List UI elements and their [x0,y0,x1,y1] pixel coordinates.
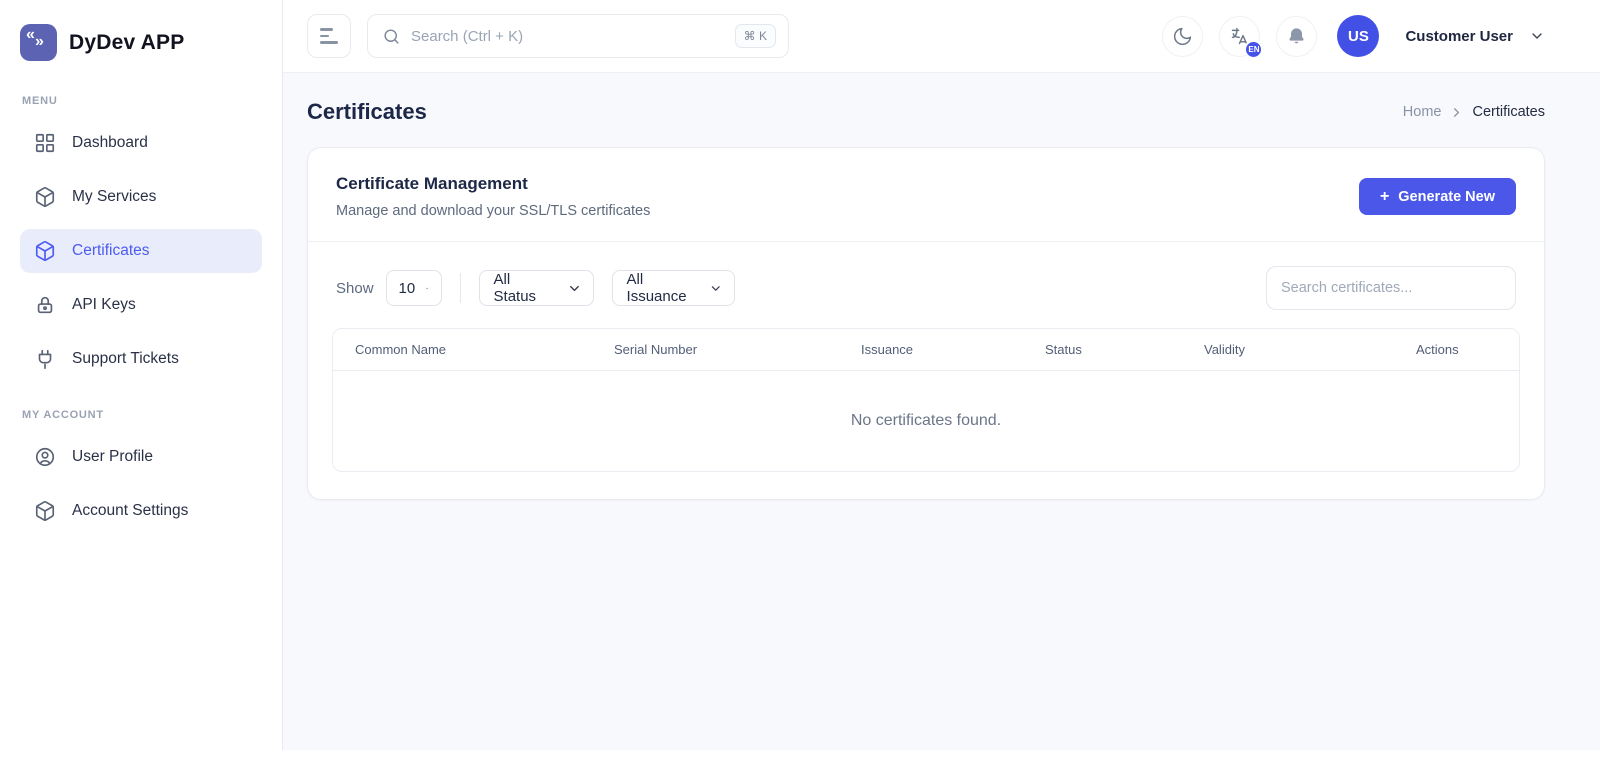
page-size-value: 10 [399,280,416,297]
page-size-select[interactable]: 10 [386,270,442,306]
app-logo[interactable]: « » DyDev APP [20,24,262,61]
breadcrumb: Home Certificates [1403,104,1545,120]
breadcrumb-home-link[interactable]: Home [1403,104,1442,120]
column-header-serial-number: Serial Number [614,342,861,357]
dark-mode-button[interactable] [1162,16,1203,57]
sidebar-item-my-services[interactable]: My Services [20,175,262,219]
user-circle-icon [34,446,56,468]
table-header-row: Common Name Serial Number Issuance Statu… [333,329,1519,371]
cube-icon [34,240,56,262]
search-shortcut-badge: ⌘ K [735,24,776,48]
column-header-actions: Actions [1416,342,1519,357]
column-header-validity: Validity [1204,342,1416,357]
notifications-button[interactable] [1276,16,1317,57]
table-filters: Show 10 All Status All Issuance [308,242,1544,328]
show-label: Show [336,280,374,297]
plug-icon [34,348,56,370]
app-title: DyDev APP [69,31,184,55]
sidebar-item-certificates[interactable]: Certificates [20,229,262,273]
filter-divider [460,273,461,303]
app-root: « » DyDev APP MENU Dashboard My Services [0,0,1600,765]
sidebar-item-label: Support Tickets [72,350,179,368]
search-icon [382,27,401,46]
status-filter-value: All Status [494,271,557,305]
empty-message: No certificates found. [851,412,1001,430]
sidebar-item-label: Dashboard [72,134,148,152]
generate-new-label: Generate New [1398,189,1495,205]
global-search: ⌘ K [367,14,789,58]
chevron-down-icon [709,281,722,296]
column-header-issuance: Issuance [861,342,1045,357]
search-input[interactable] [401,28,735,45]
issuance-filter-select[interactable]: All Issuance [612,270,735,306]
sidebar-item-api-keys[interactable]: API Keys [20,283,262,327]
sidebar-item-user-profile[interactable]: User Profile [20,435,262,479]
sidebar-item-support-tickets[interactable]: Support Tickets [20,337,262,381]
certificate-search-input[interactable] [1266,266,1516,310]
table-empty-state: No certificates found. [333,371,1519,471]
card-title: Certificate Management [336,174,650,194]
menu-icon [320,28,338,43]
column-header-common-name: Common Name [333,342,614,357]
certificate-management-card: Certificate Management Manage and downlo… [307,147,1545,500]
user-menu-chevron-icon[interactable] [1529,28,1545,44]
bell-icon [1286,26,1307,47]
chevron-down-icon [567,281,582,296]
cube-icon [34,186,56,208]
user-name: Customer User [1405,28,1513,45]
sidebar-item-label: API Keys [72,296,136,314]
status-filter-select[interactable]: All Status [479,270,594,306]
content-area: Certificates Home Certificates Certifica… [283,73,1600,750]
sidebar-section-my-account: MY ACCOUNT [22,409,262,421]
breadcrumb-current: Certificates [1472,104,1545,120]
sidebar-item-dashboard[interactable]: Dashboard [20,121,262,165]
avatar[interactable]: US [1337,15,1379,57]
language-button[interactable]: EN [1219,16,1260,57]
logo-chevrons-left: « [26,26,35,44]
certificates-table: Common Name Serial Number Issuance Statu… [332,328,1520,472]
card-subtitle: Manage and download your SSL/TLS certifi… [336,203,650,219]
app-logo-icon: « » [20,24,57,61]
sidebar: « » DyDev APP MENU Dashboard My Services [0,0,283,750]
cube-icon [34,500,56,522]
topbar: ⌘ K EN US Customer User [283,0,1600,73]
main-area: ⌘ K EN US Customer User [283,0,1600,750]
chevron-down-icon [425,281,429,296]
sidebar-toggle-button[interactable] [307,14,351,58]
sidebar-item-label: Account Settings [72,502,188,520]
chevron-right-icon [1449,105,1464,120]
card-heading-group: Certificate Management Manage and downlo… [336,174,650,219]
lock-icon [34,294,56,316]
issuance-filter-value: All Issuance [627,271,700,305]
logo-chevrons-right: » [35,33,44,51]
grid-icon [34,132,56,154]
moon-icon [1172,26,1193,47]
generate-new-button[interactable]: + Generate New [1359,178,1516,215]
topbar-actions: EN US Customer User [1162,15,1545,57]
sidebar-section-menu: MENU [22,95,262,107]
sidebar-item-label: Certificates [72,242,150,260]
language-badge: EN [1244,40,1263,59]
sidebar-item-label: My Services [72,188,156,206]
sidebar-item-account-settings[interactable]: Account Settings [20,489,262,533]
column-header-status: Status [1045,342,1204,357]
plus-icon: + [1380,189,1389,205]
sidebar-item-label: User Profile [72,448,153,466]
page-title: Certificates [307,99,427,125]
